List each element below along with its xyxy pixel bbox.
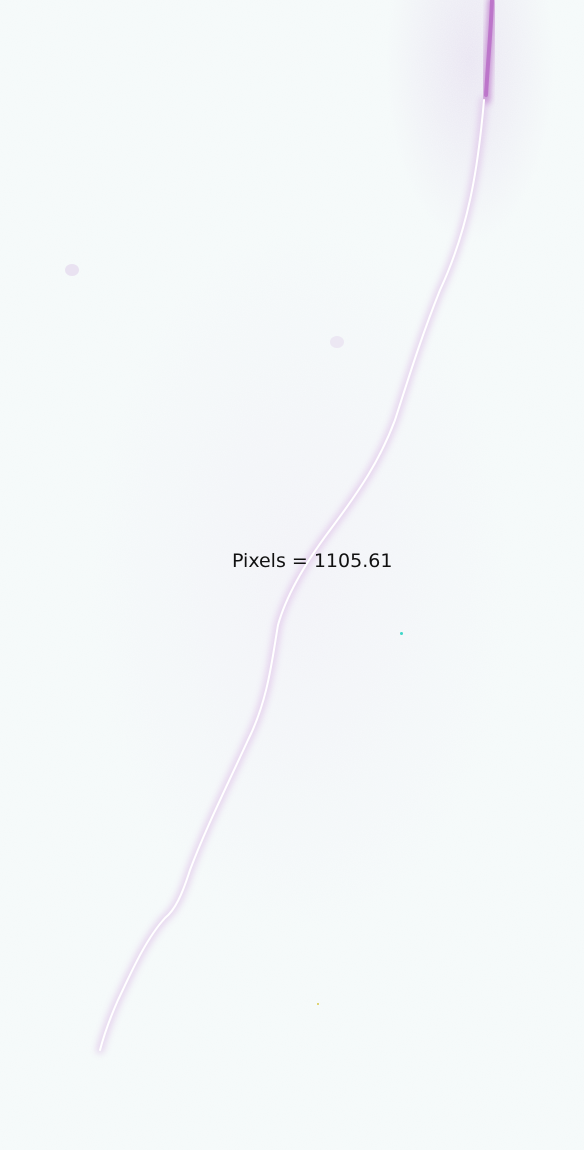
image-canvas: Pixels = 1105.61 (0, 0, 584, 1150)
filament-trace (96, 0, 496, 1054)
measurement-label: Pixels = 1105.61 (232, 550, 393, 572)
filament-measured-line (99, 99, 485, 1051)
filament-glow (96, 96, 488, 1054)
yellow-speck (317, 1003, 319, 1005)
cyan-speck (400, 632, 403, 635)
